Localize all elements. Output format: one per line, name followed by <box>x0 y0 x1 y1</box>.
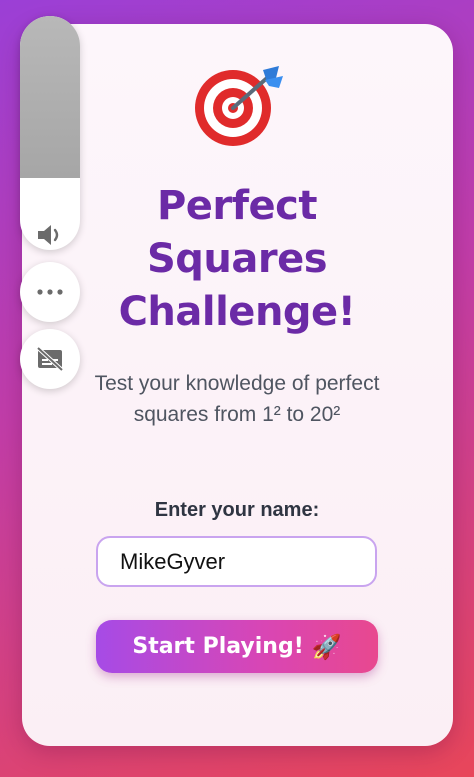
target-dart-icon <box>195 66 283 146</box>
start-playing-label: Start Playing! <box>132 634 304 659</box>
captions-off-icon <box>36 346 64 372</box>
more-options-button[interactable] <box>20 262 80 322</box>
page-subtitle: Test your knowledge of perfect squares f… <box>94 372 380 426</box>
speaker-icon[interactable] <box>36 222 64 248</box>
volume-slider-track[interactable] <box>20 16 80 178</box>
more-dots-icon <box>37 289 63 295</box>
volume-slider[interactable] <box>20 16 80 250</box>
rocket-icon: 🚀 <box>311 632 342 661</box>
captions-toggle-button[interactable] <box>20 329 80 389</box>
page-title: Perfect Squares Challenge! <box>118 183 356 335</box>
start-playing-button[interactable]: Start Playing! 🚀 <box>96 620 378 673</box>
name-field-label: Enter your name: <box>154 499 320 521</box>
name-input[interactable] <box>96 536 377 587</box>
